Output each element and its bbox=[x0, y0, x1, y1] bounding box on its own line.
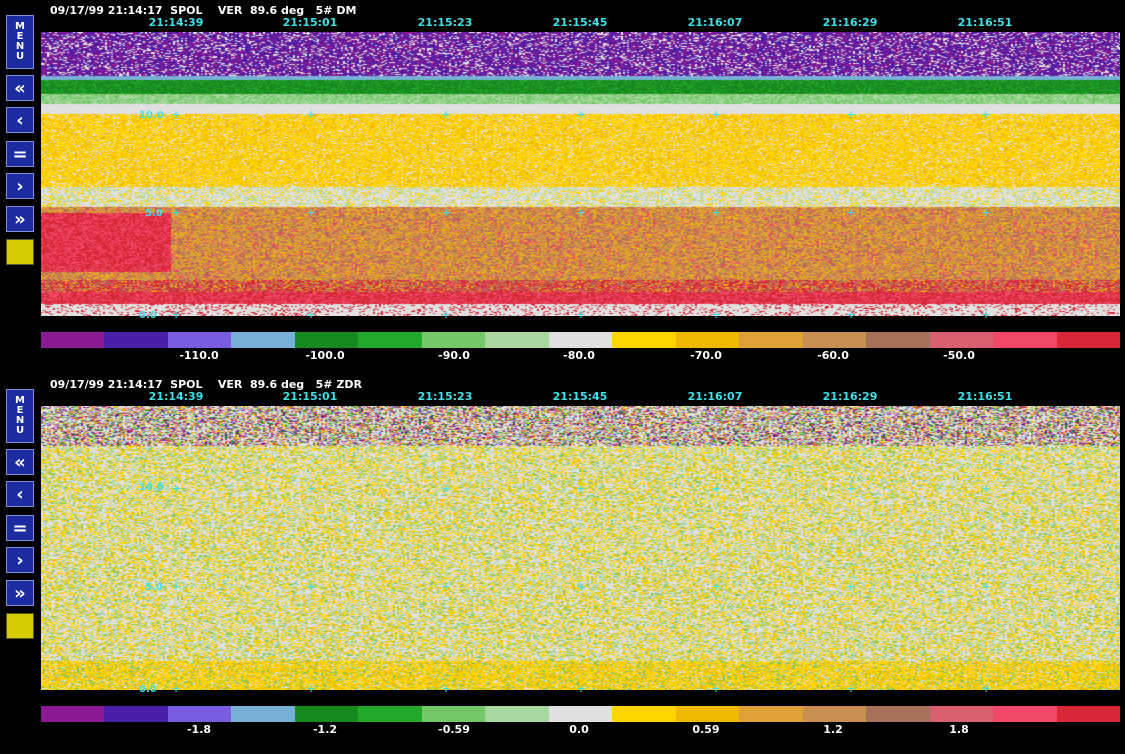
time-label: 21:15:01 bbox=[282, 16, 338, 29]
time-label: 21:14:39 bbox=[148, 16, 204, 29]
time-axis: 21:14:39 21:15:01 21:15:23 21:15:45 21:1… bbox=[0, 390, 1125, 404]
radar-image[interactable] bbox=[41, 406, 1120, 690]
colorbar-swatch bbox=[1056, 706, 1120, 722]
colorbar-swatch bbox=[548, 706, 613, 722]
step-back-button[interactable]: ‹ bbox=[6, 481, 34, 507]
colorbar bbox=[41, 332, 1120, 348]
colorbar-label: -50.0 bbox=[943, 349, 975, 362]
colorbar-label: 0.59 bbox=[692, 723, 720, 736]
colorbar-swatch bbox=[41, 332, 105, 348]
menu-button[interactable]: M E N U bbox=[6, 389, 34, 443]
colorbar-label: -100.0 bbox=[305, 349, 345, 362]
equal-button[interactable]: = bbox=[6, 515, 34, 541]
time-label: 21:15:45 bbox=[552, 390, 608, 403]
colorbar-swatch bbox=[675, 332, 740, 348]
colorbar-label: -1.8 bbox=[186, 723, 212, 736]
colorbar-swatch bbox=[167, 332, 232, 348]
colorbar-swatch bbox=[231, 706, 295, 722]
colorbar-swatch bbox=[929, 332, 994, 348]
menu-letter: U bbox=[15, 51, 25, 62]
colorbar-label: -70.0 bbox=[690, 349, 722, 362]
colorbar-swatch bbox=[485, 332, 549, 348]
colorbar-label: 1.8 bbox=[949, 723, 969, 736]
colorbar-swatch bbox=[802, 706, 867, 722]
time-label: 21:16:29 bbox=[822, 390, 878, 403]
radar-plot-zdr[interactable] bbox=[41, 406, 1120, 690]
colorbar-swatch bbox=[866, 332, 930, 348]
time-label: 21:15:45 bbox=[552, 16, 608, 29]
colorbar-swatch bbox=[548, 332, 613, 348]
colorbar-swatch bbox=[421, 332, 486, 348]
time-label: 21:16:07 bbox=[687, 390, 743, 403]
step-forward-button[interactable]: › bbox=[6, 173, 34, 199]
colorbar-swatch bbox=[802, 332, 867, 348]
fast-back-button[interactable]: « bbox=[6, 75, 34, 101]
colorbar-label: -60.0 bbox=[817, 349, 849, 362]
time-label: 21:14:39 bbox=[148, 390, 204, 403]
step-back-button[interactable]: ‹ bbox=[6, 107, 34, 133]
menu-button[interactable]: M E N U bbox=[6, 15, 34, 69]
colorbar-label: 1.2 bbox=[823, 723, 843, 736]
colorbar-swatch bbox=[1056, 332, 1120, 348]
colorbar-swatch bbox=[929, 706, 994, 722]
colorbar-swatch bbox=[612, 332, 676, 348]
status-indicator[interactable] bbox=[6, 613, 34, 639]
panel-zdr: 09/17/99 21:14:17 SPOL VER 89.6 deg 5# Z… bbox=[0, 374, 1125, 748]
radar-image[interactable] bbox=[41, 32, 1120, 316]
menu-letter: U bbox=[15, 425, 25, 436]
colorbar bbox=[41, 706, 1120, 722]
fast-forward-button[interactable]: » bbox=[6, 580, 34, 606]
time-label: 21:15:23 bbox=[417, 390, 473, 403]
colorbar-swatch bbox=[993, 332, 1057, 348]
colorbar-label: -0.59 bbox=[438, 723, 470, 736]
colorbar-swatch bbox=[612, 706, 676, 722]
colorbar-swatch bbox=[358, 706, 422, 722]
step-forward-button[interactable]: › bbox=[6, 547, 34, 573]
colorbar-labels: -1.8 -1.2 -0.59 0.0 0.59 1.2 1.8 bbox=[41, 723, 1120, 737]
colorbar-swatch bbox=[739, 332, 803, 348]
time-label: 21:16:51 bbox=[957, 16, 1013, 29]
colorbar-swatch bbox=[231, 332, 295, 348]
colorbar-swatch bbox=[41, 706, 105, 722]
colorbar-swatch bbox=[739, 706, 803, 722]
radar-plot-dm[interactable] bbox=[41, 32, 1120, 316]
colorbar-swatch bbox=[993, 706, 1057, 722]
time-axis: 21:14:39 21:15:01 21:15:23 21:15:45 21:1… bbox=[0, 16, 1125, 30]
colorbar-swatch bbox=[358, 332, 422, 348]
fast-back-button[interactable]: « bbox=[6, 449, 34, 475]
panel-dm: 09/17/99 21:14:17 SPOL VER 89.6 deg 5# D… bbox=[0, 0, 1125, 374]
colorbar-swatch bbox=[485, 706, 549, 722]
colorbar-swatch bbox=[104, 706, 168, 722]
colorbar-swatch bbox=[104, 332, 168, 348]
time-label: 21:16:29 bbox=[822, 16, 878, 29]
colorbar-swatch bbox=[421, 706, 486, 722]
colorbar-label: -90.0 bbox=[438, 349, 470, 362]
colorbar-label: -80.0 bbox=[563, 349, 595, 362]
colorbar-labels: -110.0 -100.0 -90.0 -80.0 -70.0 -60.0 -5… bbox=[41, 349, 1120, 363]
colorbar-label: -110.0 bbox=[179, 349, 219, 362]
fast-forward-button[interactable]: » bbox=[6, 206, 34, 232]
time-label: 21:15:23 bbox=[417, 16, 473, 29]
time-label: 21:16:07 bbox=[687, 16, 743, 29]
equal-button[interactable]: = bbox=[6, 141, 34, 167]
colorbar-label: 0.0 bbox=[569, 723, 589, 736]
status-indicator[interactable] bbox=[6, 239, 34, 265]
colorbar-label: -1.2 bbox=[312, 723, 338, 736]
colorbar-swatch bbox=[866, 706, 930, 722]
time-label: 21:16:51 bbox=[957, 390, 1013, 403]
colorbar-swatch bbox=[294, 332, 359, 348]
colorbar-swatch bbox=[294, 706, 359, 722]
colorbar-swatch bbox=[167, 706, 232, 722]
time-label: 21:15:01 bbox=[282, 390, 338, 403]
colorbar-swatch bbox=[675, 706, 740, 722]
